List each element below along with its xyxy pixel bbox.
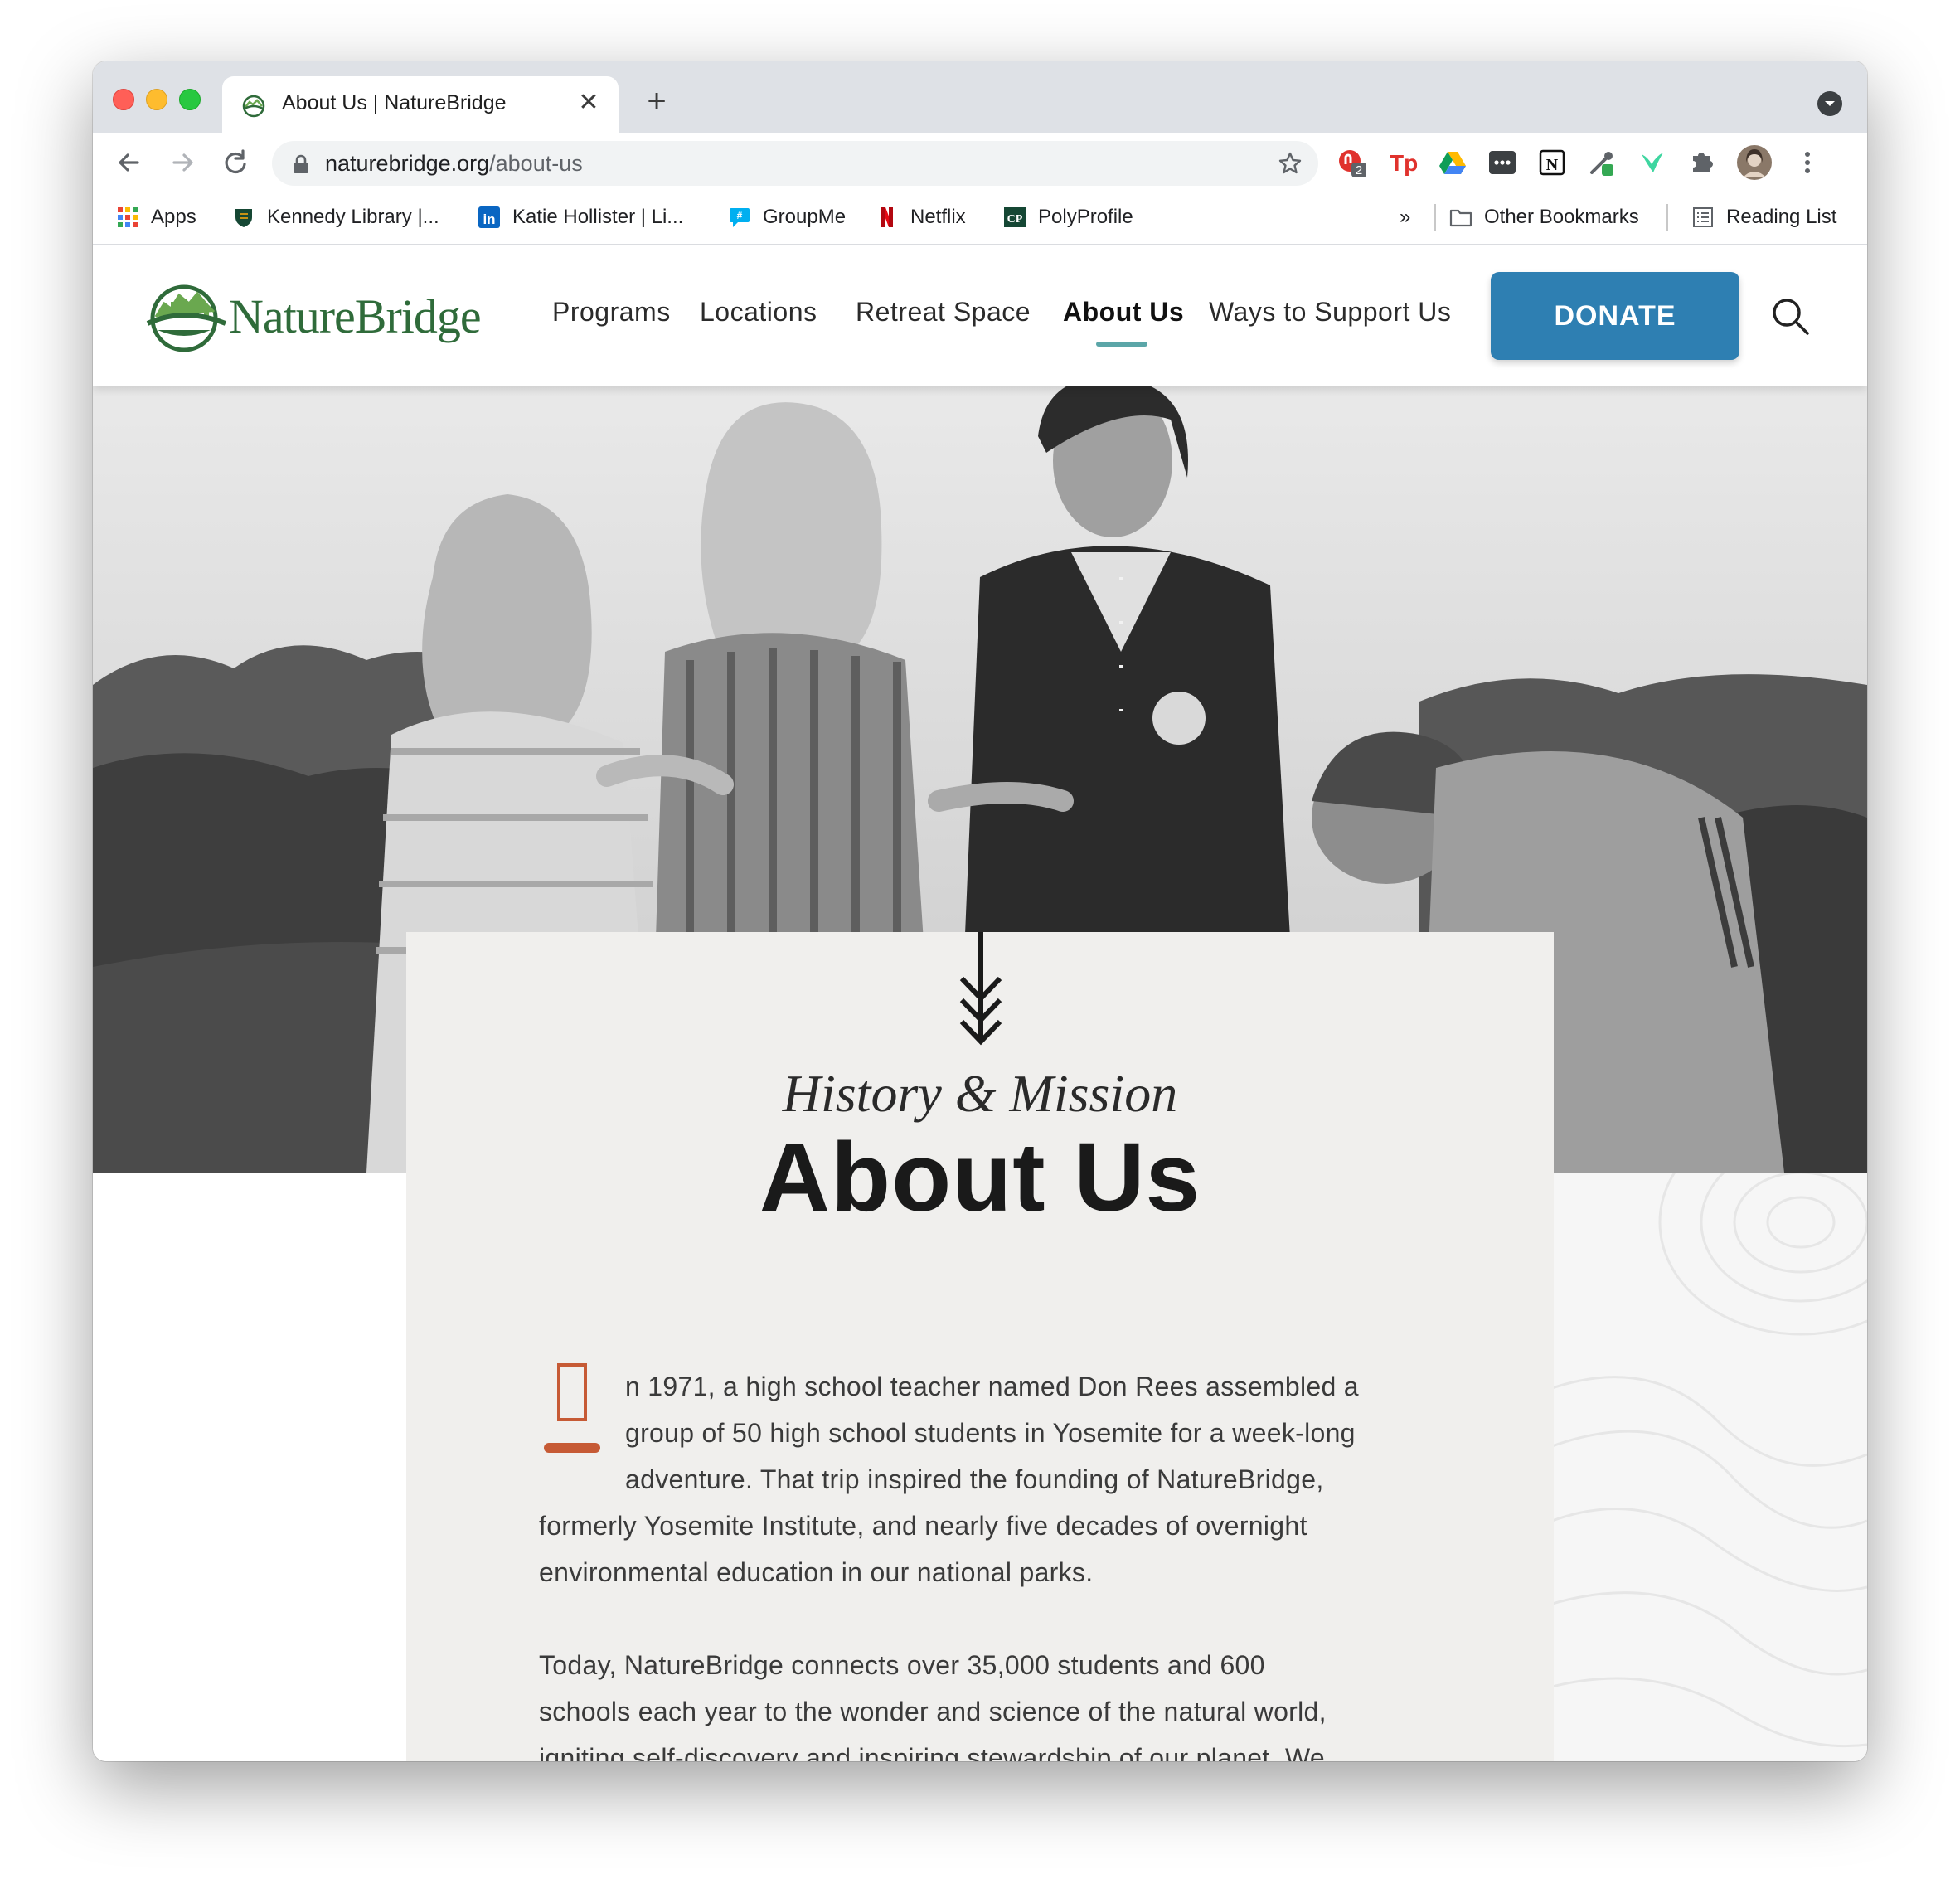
paragraph-1-intro: n 1971, a high school teacher named Don … [625, 1363, 1438, 1503]
bookmark-label: Kennedy Library |... [267, 206, 439, 228]
dropcap-text: I [571, 1393, 572, 1397]
bookmark-star-icon[interactable] [1277, 150, 1303, 177]
reading-list-icon [1693, 207, 1713, 227]
bookmark-label: Netflix [910, 206, 966, 228]
extension-badge: 2 [1356, 163, 1362, 177]
paragraph-line: formerly Yosemite Institute, and nearly … [539, 1511, 1307, 1541]
paragraph-line: group of 50 high school students in Yose… [625, 1418, 1356, 1448]
notion-icon[interactable]: N [1537, 148, 1567, 177]
tab-title: About Us | NatureBridge [282, 91, 507, 114]
naturebridge-favicon-icon [242, 95, 265, 118]
page-title: About Us [759, 1123, 1201, 1232]
new-tab-button[interactable]: + [640, 85, 673, 119]
reading-list-label: Reading List [1726, 206, 1837, 228]
reload-icon[interactable] [217, 144, 254, 181]
paragraph-line: adventure. That trip inspired the foundi… [625, 1464, 1324, 1494]
bookmark-netflix[interactable]: Netflix [876, 202, 966, 232]
svg-text:#: # [737, 210, 743, 221]
paragraph-line: environmental education in our national … [539, 1557, 1094, 1587]
library-shield-icon [235, 209, 252, 227]
donate-button[interactable]: DONATE [1491, 272, 1739, 360]
bookmark-kennedy-library[interactable]: Kennedy Library |... [232, 202, 439, 232]
paragraph-line: igniting self-discovery and inspiring st… [539, 1743, 1325, 1761]
adblock-extension-icon[interactable]: 2 [1337, 148, 1366, 177]
maximize-window-button[interactable] [179, 89, 201, 110]
active-nav-indicator [1096, 342, 1147, 347]
tp-extension-icon[interactable]: Tp [1388, 148, 1418, 177]
bookmark-apps[interactable]: Apps [116, 202, 196, 232]
linkedin-icon: in [478, 206, 500, 228]
bookmark-linkedin[interactable]: in Katie Hollister | Li... [478, 202, 683, 232]
logo-wordmark: NatureBridge [229, 289, 482, 343]
chevron-down-icon [1825, 101, 1835, 106]
section-eyebrow: History & Mission [782, 1064, 1178, 1123]
topographic-texture [1552, 1173, 1867, 1761]
paragraph-2: Today, NatureBridge connects over 35,000… [539, 1642, 1434, 1761]
eyedropper-extension-icon[interactable] [1587, 148, 1617, 177]
naturebridge-logo-icon [146, 284, 227, 352]
apps-grid-icon [118, 207, 138, 227]
netflix-icon [881, 207, 893, 227]
address-bar[interactable]: naturebridge.org/about-us [272, 141, 1318, 186]
paragraph-line: schools each year to the wonder and scie… [539, 1697, 1327, 1726]
bookmark-groupme[interactable]: # GroupMe [728, 202, 846, 232]
dropcap-letter: I [544, 1363, 600, 1453]
nav-about-us[interactable]: About Us [1063, 297, 1184, 328]
browser-window: About Us | NatureBridge ✕ + naturebridge [93, 61, 1867, 1761]
svg-text:in: in [483, 211, 495, 227]
other-bookmarks-folder[interactable]: Other Bookmarks [1449, 202, 1639, 232]
hummingbird-extension-icon[interactable] [1637, 148, 1666, 177]
overflow-chevron: » [1400, 206, 1411, 228]
nav-retreat-space[interactable]: Retreat Space [856, 297, 1031, 328]
paragraph-line: n 1971, a high school teacher named Don … [625, 1372, 1359, 1401]
other-bookmarks-label: Other Bookmarks [1484, 206, 1639, 228]
site-header: NatureBridge Programs Locations Retreat … [93, 245, 1867, 386]
bookmark-separator [1434, 204, 1436, 231]
topographic-lines-decoration [1552, 1173, 1867, 1748]
tab-search-button[interactable] [1817, 91, 1842, 116]
paragraph-line: Today, NatureBridge connects over 35,000… [539, 1650, 1265, 1680]
bookmark-label: GroupMe [763, 206, 847, 228]
bookmarks-bar: Apps Kennedy Library |... in Katie Holli… [93, 192, 1867, 245]
bookmark-label: Apps [151, 206, 196, 228]
bookmarks-overflow-button[interactable]: » [1400, 202, 1410, 232]
kebab-menu-icon[interactable] [1793, 148, 1822, 177]
svg-text:Tp: Tp [1390, 150, 1418, 176]
folder-icon [1449, 209, 1472, 227]
lock-icon[interactable] [292, 154, 310, 174]
active-tab[interactable]: About Us | NatureBridge ✕ [222, 76, 619, 133]
nav-ways-to-support[interactable]: Ways to Support Us [1209, 297, 1451, 328]
web-page: NatureBridge Programs Locations Retreat … [93, 245, 1867, 1761]
bookmark-polyprofile[interactable]: CP PolyProfile [1003, 202, 1133, 232]
forward-arrow-icon[interactable] [164, 144, 201, 181]
polyprofile-icon: CP [1004, 207, 1026, 227]
about-content-card: History & Mission About Us I n 1971, a h… [406, 932, 1554, 1761]
browser-toolbar: naturebridge.org/about-us 2 Tp N [93, 133, 1867, 192]
search-icon[interactable] [1769, 295, 1811, 337]
nav-locations[interactable]: Locations [700, 297, 817, 328]
naturebridge-logo[interactable]: NatureBridge [146, 279, 482, 353]
google-drive-icon[interactable] [1438, 148, 1468, 177]
close-tab-icon[interactable]: ✕ [574, 88, 604, 118]
tab-strip: About Us | NatureBridge ✕ + [93, 61, 1867, 133]
puzzle-extensions-icon[interactable] [1686, 148, 1716, 177]
paragraph-1-continued: formerly Yosemite Institute, and nearly … [539, 1503, 1434, 1595]
reading-list-button[interactable]: Reading List [1691, 202, 1836, 232]
bookmark-separator [1666, 204, 1668, 231]
back-arrow-icon[interactable] [111, 144, 148, 181]
nav-programs[interactable]: Programs [552, 297, 671, 328]
arrow-down-decoration-icon [959, 932, 1002, 1046]
svg-text:CP: CP [1007, 213, 1023, 226]
url-text[interactable]: naturebridge.org/about-us [325, 151, 583, 177]
url-domain: naturebridge.org [325, 151, 490, 176]
bookmark-label: Katie Hollister | Li... [512, 206, 684, 228]
minimize-window-button[interactable] [146, 89, 167, 110]
svg-text:N: N [1546, 156, 1559, 174]
bookmark-label: PolyProfile [1038, 206, 1133, 228]
groupme-icon: # [730, 208, 750, 227]
dots-extension-icon[interactable] [1487, 148, 1517, 177]
profile-avatar[interactable] [1736, 144, 1773, 181]
url-path: /about-us [489, 151, 583, 176]
close-window-button[interactable] [113, 89, 134, 110]
